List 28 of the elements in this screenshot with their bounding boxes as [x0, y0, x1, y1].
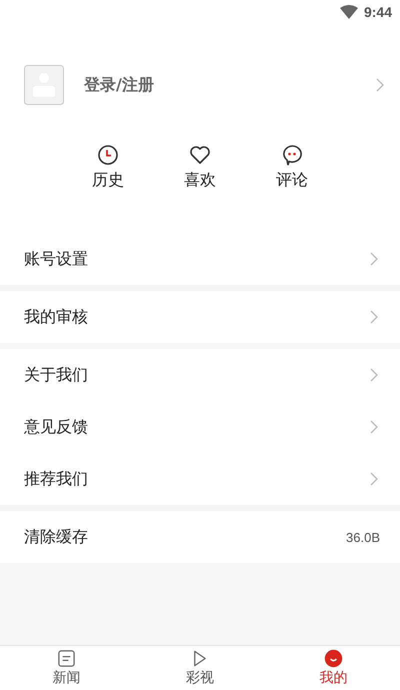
chevron-icon: [370, 252, 378, 266]
chevron-icon: [370, 310, 378, 324]
menu-item[interactable]: 推荐我们: [0, 453, 400, 505]
shortcut-button[interactable]: 历史: [87, 144, 129, 191]
menu-item[interactable]: 关于我们: [0, 349, 400, 401]
status-time: 9:44: [364, 4, 392, 20]
heart-icon: [189, 144, 211, 166]
wifi-icon: [340, 5, 358, 19]
smiley-icon: [324, 649, 343, 668]
cache-size: 36.0B: [346, 530, 380, 544]
chevron-icon: [370, 368, 378, 382]
shortcut-button[interactable]: 喜欢: [179, 144, 221, 191]
speech-bubble-icon: [281, 144, 303, 166]
chevron-icon: [370, 420, 378, 434]
menu-item[interactable]: 清除缓存 36.0B: [0, 511, 400, 563]
login-link[interactable]: 登录/注册: [84, 74, 376, 96]
document-icon: [57, 649, 76, 668]
nav-tab[interactable]: 新闻: [0, 646, 134, 690]
chevron-icon: [370, 472, 378, 486]
menu-item[interactable]: 意见反馈: [0, 401, 400, 453]
nav-tab[interactable]: 我的: [266, 646, 400, 690]
chevron-icon: [376, 78, 384, 92]
menu-item[interactable]: 账号设置: [0, 233, 400, 285]
nav-tab[interactable]: 彩视: [133, 646, 267, 690]
menu-item[interactable]: 我的审核: [0, 291, 400, 343]
avatar-icon: [24, 65, 64, 105]
shortcut-button[interactable]: 评论: [271, 144, 313, 191]
clock-icon: [97, 144, 119, 166]
